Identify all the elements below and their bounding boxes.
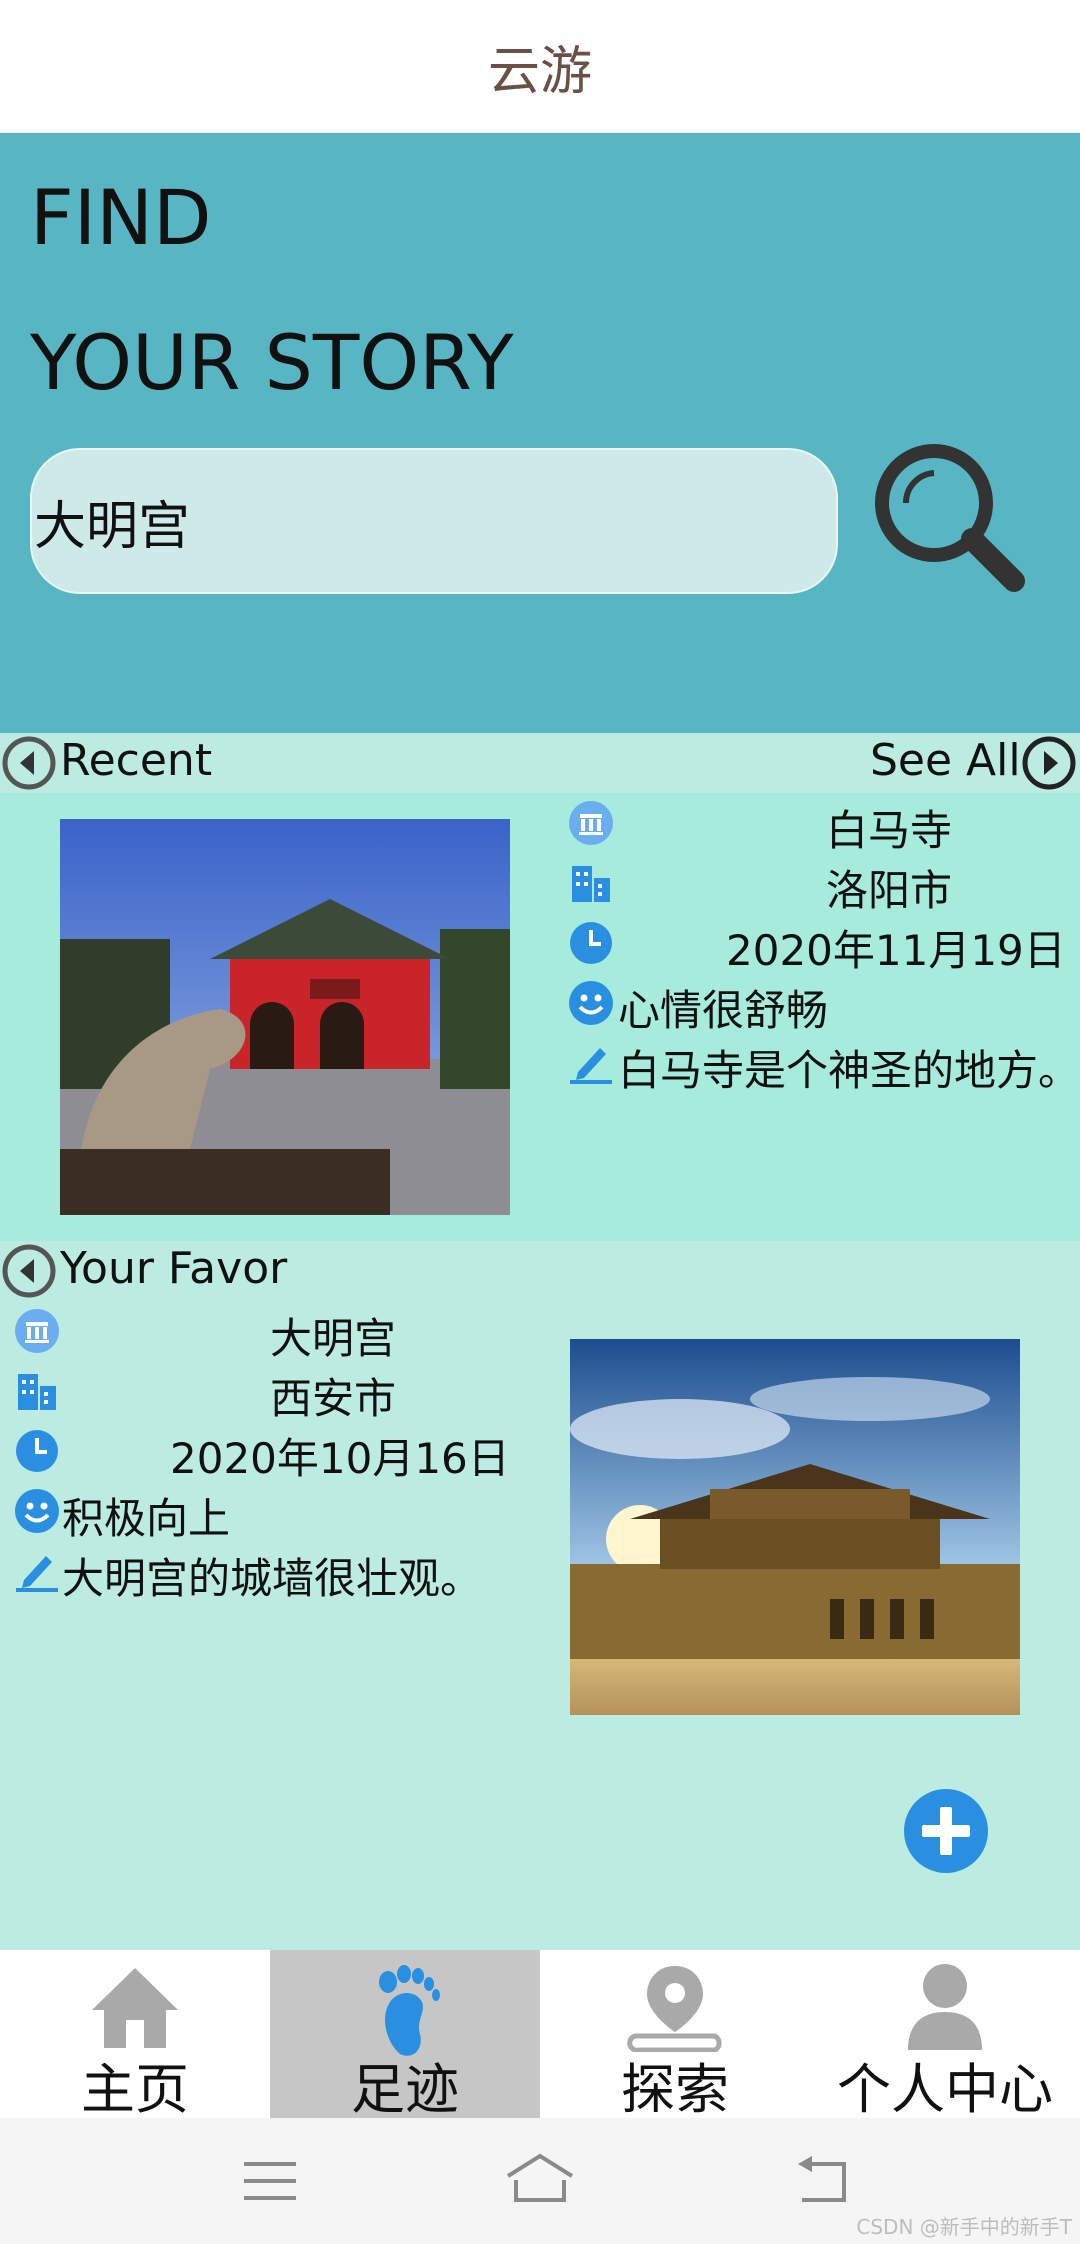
favor-city-row: 西安市 bbox=[14, 1361, 534, 1423]
bottom-nav: 主页 足迹 探索 个人中心 bbox=[0, 1950, 1080, 2121]
favor-section: Your Favor 大明宫 西安市 2020年10月16日 积极向上 大明宫的… bbox=[0, 1241, 1080, 1950]
smiley-icon bbox=[15, 1489, 59, 1533]
add-button[interactable] bbox=[902, 1787, 990, 1875]
clock-icon bbox=[570, 922, 612, 964]
landmark-icon bbox=[15, 1309, 59, 1353]
hero-line-1: FIND bbox=[30, 173, 212, 262]
home-icon bbox=[92, 1968, 178, 2048]
back-icon[interactable] bbox=[794, 2156, 850, 2204]
tab-explore-label: 探索 bbox=[621, 2058, 729, 2121]
person-icon bbox=[908, 1964, 982, 2050]
menu-icon[interactable] bbox=[242, 2158, 298, 2204]
chevron-right-icon[interactable] bbox=[1022, 736, 1076, 790]
recent-city: 洛阳市 bbox=[826, 866, 953, 915]
see-all-link[interactable]: See All bbox=[870, 735, 1021, 786]
daming-palace-photo[interactable] bbox=[570, 1339, 1020, 1715]
home-nav-icon[interactable] bbox=[504, 2152, 576, 2204]
landmark-icon bbox=[569, 801, 613, 845]
pencil-icon bbox=[16, 1556, 58, 1592]
recent-name: 白马寺 bbox=[826, 806, 953, 855]
recent-date-row: 2020年11月19日 bbox=[568, 913, 1080, 975]
building-icon bbox=[572, 866, 610, 902]
favor-name: 大明宫 bbox=[270, 1314, 397, 1363]
search-icon[interactable] bbox=[866, 433, 1026, 593]
recent-note-row: 白马寺是个神圣的地方。 bbox=[568, 1033, 1080, 1095]
favor-details[interactable]: 大明宫 西安市 2020年10月16日 积极向上 大明宫的城墙很壮观。 bbox=[14, 1301, 534, 1611]
tab-profile-label: 个人中心 bbox=[837, 2058, 1053, 2121]
recent-header: Recent See All bbox=[0, 733, 1080, 793]
favor-date-row: 2020年10月16日 bbox=[14, 1421, 534, 1483]
tab-home-label: 主页 bbox=[81, 2058, 189, 2121]
app-title-bar: 云游 bbox=[0, 0, 1080, 133]
recent-name-row: 白马寺 bbox=[568, 793, 1080, 855]
app-title: 云游 bbox=[487, 42, 592, 102]
tab-explore[interactable]: 探索 bbox=[540, 1950, 810, 2121]
hero-section: FIND YOUR STORY 大明宫 bbox=[0, 133, 1080, 733]
tab-home[interactable]: 主页 bbox=[0, 1950, 270, 2121]
tab-footprints-label: 足迹 bbox=[351, 2058, 459, 2121]
recent-city-row: 洛阳市 bbox=[568, 853, 1080, 915]
recent-note: 白马寺是个神圣的地方。 bbox=[618, 1046, 1080, 1095]
recent-mood-row: 心情很舒畅 bbox=[568, 973, 1080, 1035]
baima-temple-photo bbox=[60, 819, 510, 1215]
clock-icon bbox=[16, 1430, 58, 1472]
search-input-value: 大明宫 bbox=[34, 496, 191, 557]
location-icon bbox=[627, 1966, 722, 2052]
tab-profile[interactable]: 个人中心 bbox=[810, 1950, 1080, 2121]
chevron-left-icon[interactable] bbox=[2, 736, 56, 790]
recent-card[interactable]: 白马寺 洛阳市 2020年11月19日 心情很舒畅 白马寺是个神圣的地方。 bbox=[0, 793, 1080, 1241]
tab-footprints[interactable]: 足迹 bbox=[270, 1950, 540, 2121]
smiley-icon bbox=[569, 981, 613, 1025]
recent-title: Recent bbox=[60, 735, 213, 786]
system-nav-bar: CSDN @新手中的新手T bbox=[0, 2118, 1080, 2244]
watermark: CSDN @新手中的新手T bbox=[856, 2215, 1072, 2239]
favor-note: 大明宫的城墙很壮观。 bbox=[62, 1554, 483, 1603]
favor-date: 2020年10月16日 bbox=[170, 1434, 510, 1483]
hero-line-2: YOUR STORY bbox=[30, 318, 514, 407]
building-icon bbox=[18, 1374, 56, 1410]
favor-name-row: 大明宫 bbox=[14, 1301, 534, 1363]
recent-date: 2020年11月19日 bbox=[726, 926, 1066, 975]
search-input[interactable]: 大明宫 bbox=[30, 448, 838, 594]
recent-mood: 心情很舒畅 bbox=[618, 986, 829, 1035]
favor-title: Your Favor bbox=[60, 1243, 288, 1294]
pencil-icon bbox=[570, 1048, 612, 1084]
favor-mood: 积极向上 bbox=[62, 1494, 231, 1543]
favor-mood-row: 积极向上 bbox=[14, 1481, 534, 1543]
favor-note-row: 大明宫的城墙很壮观。 bbox=[14, 1541, 534, 1603]
favor-city: 西安市 bbox=[270, 1374, 397, 1423]
chevron-left-icon[interactable] bbox=[2, 1244, 56, 1298]
